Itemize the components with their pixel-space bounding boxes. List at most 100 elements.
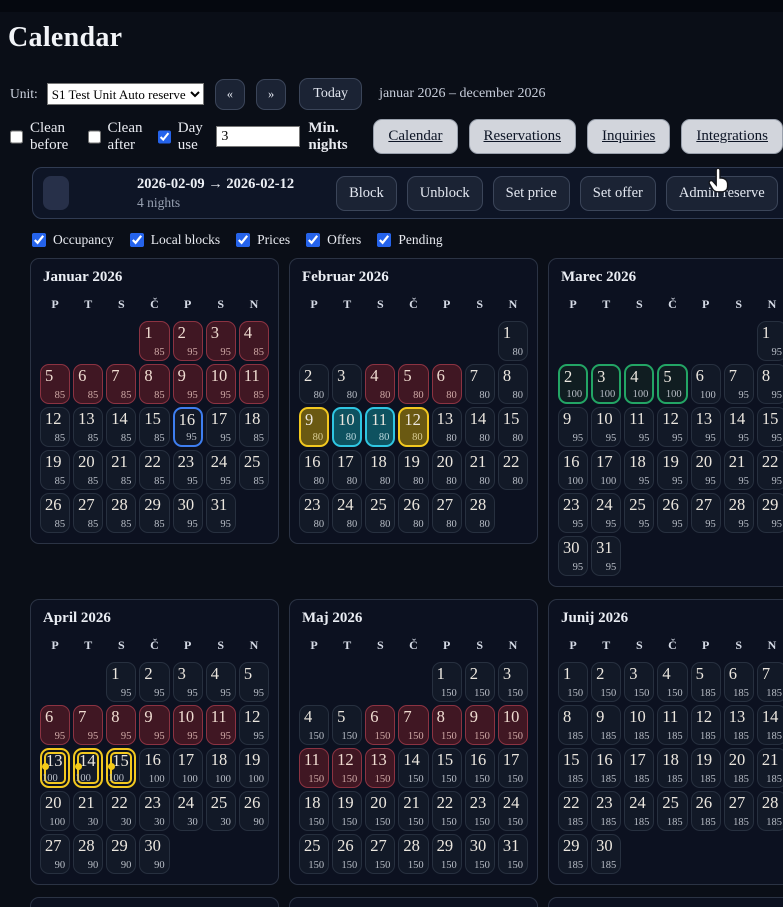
- day-cell[interactable]: 17100: [591, 450, 621, 490]
- day-cell[interactable]: 1095: [206, 364, 236, 404]
- day-cell[interactable]: 1195: [624, 407, 654, 447]
- day-cell[interactable]: 2495: [206, 450, 236, 490]
- day-cell[interactable]: 2100: [558, 364, 588, 404]
- day-cell[interactable]: 2530: [206, 791, 236, 831]
- day-cell[interactable]: 16150: [465, 748, 495, 788]
- day-cell[interactable]: 11150: [299, 748, 329, 788]
- day-cell[interactable]: 3150: [498, 662, 528, 702]
- day-use-filter[interactable]: Day use: [158, 120, 205, 154]
- day-cell[interactable]: 1680: [299, 450, 329, 490]
- day-cell[interactable]: 895: [757, 364, 783, 404]
- day-cell[interactable]: 295: [139, 662, 169, 702]
- day-cell[interactable]: 19100: [239, 748, 269, 788]
- day-cell[interactable]: 3195: [206, 493, 236, 533]
- day-cell[interactable]: 15100: [106, 748, 136, 788]
- day-cell[interactable]: 2580: [365, 493, 395, 533]
- day-cell[interactable]: 21150: [398, 791, 428, 831]
- day-cell[interactable]: 20185: [724, 748, 754, 788]
- clean-before-filter[interactable]: Clean before: [10, 120, 76, 154]
- day-cell[interactable]: 1985: [40, 450, 70, 490]
- day-cell[interactable]: 20100: [40, 791, 70, 831]
- day-cell[interactable]: 795: [73, 705, 103, 745]
- day-cell[interactable]: 31150: [498, 834, 528, 874]
- day-cell[interactable]: 2380: [299, 493, 329, 533]
- day-cell[interactable]: 1885: [239, 407, 269, 447]
- day-cell[interactable]: 16100: [558, 450, 588, 490]
- day-cell[interactable]: 1480: [465, 407, 495, 447]
- tab-calendar[interactable]: Calendar: [373, 119, 457, 154]
- day-cell[interactable]: 2795: [691, 493, 721, 533]
- day-cell[interactable]: 5100: [657, 364, 687, 404]
- day-cell[interactable]: 14185: [757, 705, 783, 745]
- day-cell[interactable]: 695: [40, 705, 70, 745]
- day-cell[interactable]: 195: [106, 662, 136, 702]
- day-cell[interactable]: 1980: [398, 450, 428, 490]
- day-cell[interactable]: 8150: [432, 705, 462, 745]
- tab-integrations[interactable]: Integrations: [681, 119, 783, 154]
- day-cell[interactable]: 28185: [757, 791, 783, 831]
- day-cell[interactable]: 2595: [624, 493, 654, 533]
- legend-local-blocks[interactable]: Local blocks: [130, 232, 220, 248]
- day-cell[interactable]: 18100: [206, 748, 236, 788]
- day-cell[interactable]: 2150: [465, 662, 495, 702]
- day-cell[interactable]: 26150: [332, 834, 362, 874]
- legend-offers[interactable]: Offers: [306, 232, 361, 248]
- day-cell[interactable]: 17100: [173, 748, 203, 788]
- day-cell[interactable]: 3095: [558, 536, 588, 576]
- day-cell[interactable]: 2280: [498, 450, 528, 490]
- day-cell[interactable]: 580: [398, 364, 428, 404]
- day-cell[interactable]: 10150: [498, 705, 528, 745]
- clean-after-filter[interactable]: Clean after: [88, 120, 146, 154]
- day-cell[interactable]: 12150: [332, 748, 362, 788]
- day-cell[interactable]: 2995: [757, 493, 783, 533]
- day-cell[interactable]: 995: [139, 705, 169, 745]
- clean-after-checkbox[interactable]: [88, 130, 101, 144]
- admin-reserve-button[interactable]: Admin reserve: [666, 176, 778, 211]
- day-cell[interactable]: 2130: [73, 791, 103, 831]
- day-cell[interactable]: 2195: [724, 450, 754, 490]
- day-cell[interactable]: 1180: [365, 407, 395, 447]
- day-cell[interactable]: 10185: [624, 705, 654, 745]
- day-cell[interactable]: 16100: [139, 748, 169, 788]
- day-cell[interactable]: 22150: [432, 791, 462, 831]
- day-cell[interactable]: 22185: [558, 791, 588, 831]
- set-price-button[interactable]: Set price: [493, 176, 570, 211]
- day-cell[interactable]: 2890: [73, 834, 103, 874]
- day-cell[interactable]: 3195: [591, 536, 621, 576]
- legend-pending[interactable]: Pending: [377, 232, 442, 248]
- day-cell[interactable]: 2395: [173, 450, 203, 490]
- day-cell[interactable]: 2230: [106, 791, 136, 831]
- day-cell[interactable]: 195: [757, 321, 783, 361]
- legend-occupancy[interactable]: Occupancy: [32, 232, 114, 248]
- day-cell[interactable]: 17185: [624, 748, 654, 788]
- day-cell[interactable]: 1385: [73, 407, 103, 447]
- unblock-button[interactable]: Unblock: [407, 176, 483, 211]
- day-cell[interactable]: 1695: [173, 407, 203, 447]
- day-cell[interactable]: 1795: [206, 407, 236, 447]
- day-cell[interactable]: 2395: [558, 493, 588, 533]
- day-cell[interactable]: 13100: [40, 748, 70, 788]
- day-cell[interactable]: 7185: [757, 662, 783, 702]
- tab-inquiries[interactable]: Inquiries: [587, 119, 670, 154]
- day-cell[interactable]: 995: [558, 407, 588, 447]
- day-cell[interactable]: 29185: [558, 834, 588, 874]
- day-cell[interactable]: 2585: [239, 450, 269, 490]
- day-cell[interactable]: 7150: [398, 705, 428, 745]
- day-cell[interactable]: 1295: [657, 407, 687, 447]
- day-cell[interactable]: 595: [239, 662, 269, 702]
- day-cell[interactable]: 21185: [757, 748, 783, 788]
- day-cell[interactable]: 2085: [73, 450, 103, 490]
- next-month-button[interactable]: »: [256, 79, 286, 110]
- day-cell[interactable]: 2685: [40, 493, 70, 533]
- day-cell[interactable]: 1495: [724, 407, 754, 447]
- day-cell[interactable]: 2680: [398, 493, 428, 533]
- day-cell[interactable]: 2330: [139, 791, 169, 831]
- day-cell[interactable]: 1285: [40, 407, 70, 447]
- day-cell[interactable]: 9185: [591, 705, 621, 745]
- day-cell[interactable]: 1380: [432, 407, 462, 447]
- day-cell[interactable]: 380: [332, 364, 362, 404]
- day-cell[interactable]: 23185: [591, 791, 621, 831]
- day-cell[interactable]: 3100: [591, 364, 621, 404]
- day-cell[interactable]: 2180: [465, 450, 495, 490]
- day-cell[interactable]: 2785: [73, 493, 103, 533]
